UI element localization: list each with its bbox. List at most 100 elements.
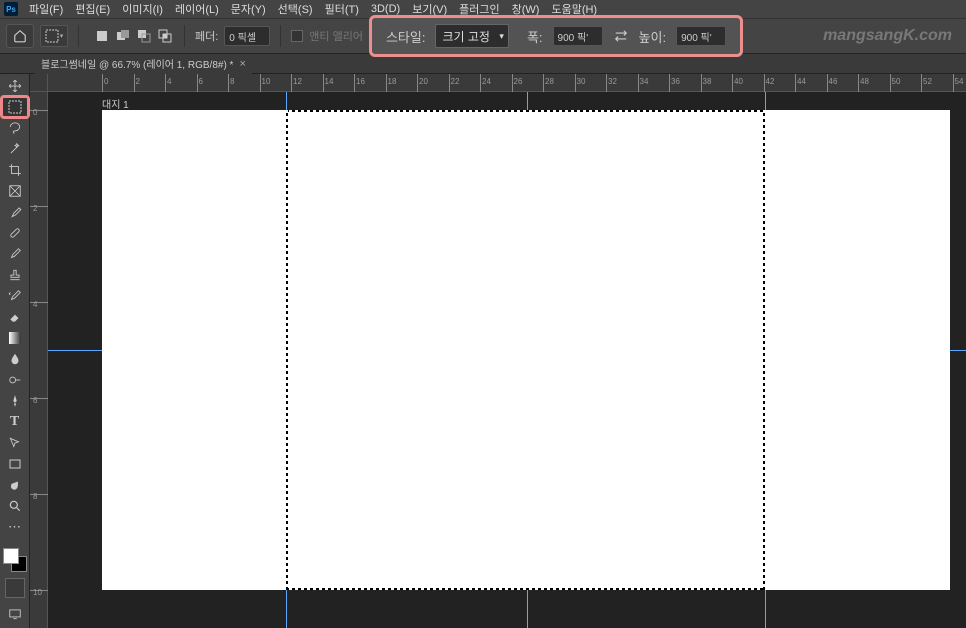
add-icon [116,29,130,43]
selection-add[interactable] [114,27,132,45]
menu-type[interactable]: 문자(Y) [226,1,271,17]
marquee-selection [286,110,765,590]
wand-icon [8,142,22,156]
watermark-text: mangsangK.com [823,27,952,45]
move-icon [8,79,22,93]
marquee-icon [45,29,59,43]
eyedropper-icon [8,205,22,219]
subtract-icon [137,29,151,43]
home-button[interactable] [6,24,34,48]
dodge-icon [8,373,22,387]
artboard-label[interactable]: 대지 1 [102,96,129,111]
selection-subtract[interactable] [135,27,153,45]
hand-icon [8,478,22,492]
tool-pen[interactable] [2,391,28,411]
tool-crop[interactable] [2,160,28,180]
close-tab-button[interactable]: × [239,58,245,70]
width-label: 폭: [527,27,543,46]
color-swatches[interactable] [3,548,27,572]
menu-file[interactable]: 파일(F) [24,1,68,17]
height-input[interactable] [676,26,726,46]
lasso-icon [8,121,22,135]
more-icon: ⋯ [8,519,21,535]
droplet-icon [8,352,22,366]
height-label: 높이: [639,27,667,46]
menu-edit[interactable]: 편집(E) [70,1,115,17]
tool-gradient[interactable] [2,328,28,348]
main-area: T ⋯ 024681012141618202224262830323436384… [0,74,966,628]
canvas-region[interactable]: 0246810121416182022242628303234363840424… [30,74,966,628]
options-bar: ▾ 페더: 앤티 앨리어 스타일: 크기 고정 폭: 높이: mangsangK… [0,18,966,54]
ps-app-icon: Ps [4,2,18,16]
tool-dodge[interactable] [2,370,28,390]
feather-input[interactable] [224,26,270,46]
selection-mode-group [93,27,174,45]
gradient-icon [8,331,22,345]
tool-blur[interactable] [2,349,28,369]
fixed-size-highlight: 스타일: 크기 고정 폭: 높이: [369,15,743,57]
tool-eraser[interactable] [2,307,28,327]
brush-icon [8,247,22,261]
stamp-icon [8,268,22,282]
rect-icon [8,457,22,471]
crop-icon [8,163,22,177]
marquee-edge [763,110,765,590]
swap-button[interactable] [613,29,629,43]
square-icon [95,29,109,43]
canvas[interactable] [102,110,950,590]
menu-layer[interactable]: 레이어(L) [170,1,224,17]
menu-3d[interactable]: 3D(D) [366,3,405,15]
screen-icon [8,607,22,621]
ruler-corner [30,74,48,92]
tool-edit-toolbar[interactable]: ⋯ [2,517,28,537]
selection-intersect[interactable] [156,27,174,45]
tool-eyedropper[interactable] [2,202,28,222]
menu-image[interactable]: 이미지(I) [117,1,168,17]
tool-marquee[interactable] [2,97,28,117]
tool-lasso[interactable] [2,118,28,138]
width-input[interactable] [553,26,603,46]
foreground-color-swatch[interactable] [3,548,19,564]
tool-frame[interactable] [2,181,28,201]
tool-brush[interactable] [2,244,28,264]
eraser-icon [8,310,22,324]
marquee-edge [286,110,765,112]
menu-select[interactable]: 선택(S) [273,1,318,17]
feather-label: 페더: [195,28,218,44]
screen-mode[interactable] [2,604,28,624]
tool-stamp[interactable] [2,265,28,285]
tool-magic-wand[interactable] [2,139,28,159]
tool-hand[interactable] [2,475,28,495]
document-tab-title: 블로그썸네일 @ 66.7% (레이어 1, RGB/8#) * [41,56,233,71]
tool-zoom[interactable] [2,496,28,516]
zoom-icon [8,499,22,513]
marquee-edge [286,110,288,590]
document-tab[interactable]: 블로그썸네일 @ 66.7% (레이어 1, RGB/8#) * × [35,53,252,74]
tool-healing[interactable] [2,223,28,243]
ruler-horizontal[interactable]: 0246810121416182022242628303234363840424… [48,74,966,92]
tool-type[interactable]: T [2,412,28,432]
swap-icon [613,29,629,43]
bandage-icon [8,226,22,240]
marquee-icon [8,100,22,114]
separator [184,25,185,47]
marquee-edge [286,588,765,590]
intersect-icon [158,29,172,43]
tool-rectangle[interactable] [2,454,28,474]
selection-new[interactable] [93,27,111,45]
separator [78,25,79,47]
ruler-vertical[interactable]: 0246810 [30,92,48,628]
antialias-checkbox [291,30,303,42]
arrow-icon [8,436,22,450]
tool-move[interactable] [2,76,28,96]
menu-filter[interactable]: 필터(T) [320,1,364,17]
document-tab-bar: 블로그썸네일 @ 66.7% (레이어 1, RGB/8#) * × [0,54,966,74]
tool-preset-marquee[interactable]: ▾ [40,25,68,47]
toolbox: T ⋯ [0,74,30,628]
pen-icon [8,394,22,408]
frame-icon [8,184,22,198]
quickmask-toggle[interactable] [5,578,25,598]
tool-path-selection[interactable] [2,433,28,453]
style-dropdown[interactable]: 크기 고정 [435,24,509,48]
tool-history-brush[interactable] [2,286,28,306]
